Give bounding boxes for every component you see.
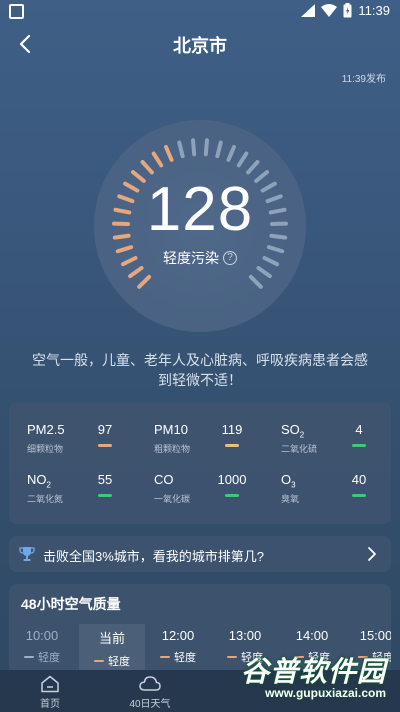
- level-dash: [94, 660, 104, 662]
- gauge-tick: [226, 144, 236, 162]
- pollutant-level-bar: [225, 494, 239, 497]
- publish-time: 11:39发布: [341, 74, 386, 85]
- hour-time: 当前: [98, 631, 125, 646]
- aqi-level-label: 轻度污染: [163, 250, 219, 266]
- pollutant-pm25: PM2.5 细颗粒物 97: [27, 422, 147, 462]
- pollutant-desc: 臭氧: [281, 494, 300, 504]
- notification-icon: [9, 4, 24, 19]
- tab-40-day-weather[interactable]: 40日天气: [100, 670, 200, 712]
- watermark-title: 谷普软件园: [240, 656, 386, 687]
- page-title: 北京市: [173, 36, 227, 56]
- status-time: 11:39: [358, 3, 390, 18]
- tab-home[interactable]: 首页: [0, 670, 100, 712]
- hour-level: 轻度: [145, 649, 211, 665]
- help-icon[interactable]: ?: [223, 251, 237, 265]
- pollutant-name: PM2.5: [27, 422, 65, 437]
- pollutant-desc: 二氧化氮: [27, 494, 64, 504]
- gauge-tick: [140, 159, 154, 175]
- health-advice: 空气一般，儿童、老年人及心脏病、呼吸疾病患者会感到轻微不适！: [32, 352, 368, 388]
- gauge-tick: [137, 274, 152, 289]
- hour-time: 12:00: [161, 628, 195, 643]
- gauge-tick: [215, 140, 223, 159]
- hour-level: 轻度: [79, 653, 145, 669]
- hour-time: 14:00: [295, 628, 329, 643]
- pollutant-desc: 粗颗粒物: [154, 444, 191, 454]
- pollutant-desc: 一氧化碳: [154, 494, 191, 504]
- pollutant-o3: O3 臭氧 40: [281, 472, 400, 512]
- pollutant-no2: NO2 二氧化氮 55: [27, 472, 147, 512]
- trophy-icon: [19, 547, 35, 561]
- tab-home-label: 首页: [40, 699, 60, 710]
- pollutant-so2: SO2 二氧化硫 4: [281, 422, 400, 462]
- aqi-value: 128: [146, 175, 254, 244]
- city-rank-banner[interactable]: 击败全国3%城市，看我的城市排第几?: [9, 536, 391, 572]
- level-dash: [160, 656, 170, 658]
- pollutant-pm10: PM10 粗颗粒物 119: [154, 422, 274, 462]
- aqi-gauge: 128 轻度污染 ?: [94, 120, 306, 332]
- watermark-url: www.gupuxiazai.com: [265, 686, 386, 700]
- pollutant-value: 55: [97, 472, 113, 487]
- wifi-icon: [321, 4, 338, 17]
- pollutant-level-bar: [98, 494, 112, 497]
- pollutant-name: PM10: [154, 422, 188, 437]
- pollutant-name: NO2: [27, 472, 51, 490]
- level-dash: [24, 656, 34, 658]
- watermark: 谷普软件园 www.gupuxiazai.com: [212, 650, 392, 706]
- hour-level: 轻度: [9, 649, 75, 665]
- pollutant-name: O3: [281, 472, 296, 490]
- gauge-tick: [248, 274, 263, 289]
- pollutant-desc: 二氧化硫: [281, 444, 318, 454]
- pollutant-level-bar: [225, 444, 239, 447]
- hour-time: 13:00: [228, 628, 262, 643]
- gauge-tick: [128, 266, 144, 279]
- chevron-right-icon: [368, 547, 376, 561]
- status-icons: 11:39: [301, 3, 390, 18]
- pollutant-name: SO2: [281, 422, 305, 440]
- pollutant-value: 119: [221, 422, 243, 437]
- gauge-tick: [177, 140, 185, 159]
- gauge-tick: [164, 144, 174, 162]
- gauge-tick: [203, 138, 209, 157]
- status-bar: 11:39: [0, 0, 400, 24]
- pollutant-name: CO: [154, 472, 174, 487]
- hour-time: 15:00: [359, 628, 391, 643]
- tab-40-day-label: 40日天气: [129, 699, 171, 710]
- home-icon: [41, 675, 59, 693]
- gauge-tick: [236, 151, 249, 168]
- pollutant-value: 97: [97, 422, 113, 437]
- cloud-icon: [139, 676, 161, 691]
- signal-icon: [301, 4, 316, 17]
- gauge-tick: [256, 266, 272, 279]
- battery-icon: [343, 3, 352, 18]
- gauge-tick: [191, 138, 197, 157]
- pollutant-level-bar: [352, 494, 366, 497]
- gauge-tick: [151, 151, 164, 168]
- pollutant-value: 40: [351, 472, 367, 487]
- hour-time: 10:00: [25, 628, 59, 643]
- pollutant-card[interactable]: PM2.5 细颗粒物 97 PM10 粗颗粒物 119 SO2 二氧化硫 4 N…: [9, 402, 391, 524]
- aqi-level: 轻度污染 ?: [94, 248, 306, 268]
- pollutant-value: 4: [355, 422, 363, 437]
- hourly-title: 48小时空气质量: [21, 596, 121, 612]
- pollutant-co: CO 一氧化碳 1000: [154, 472, 274, 512]
- rank-text: 击败全国3%城市，看我的城市排第几?: [43, 549, 265, 564]
- gauge-tick: [246, 159, 260, 175]
- pollutant-level-bar: [98, 444, 112, 447]
- pollutant-value: 1000: [217, 472, 247, 487]
- pollutant-desc: 细颗粒物: [27, 444, 64, 454]
- pollutant-level-bar: [352, 444, 366, 447]
